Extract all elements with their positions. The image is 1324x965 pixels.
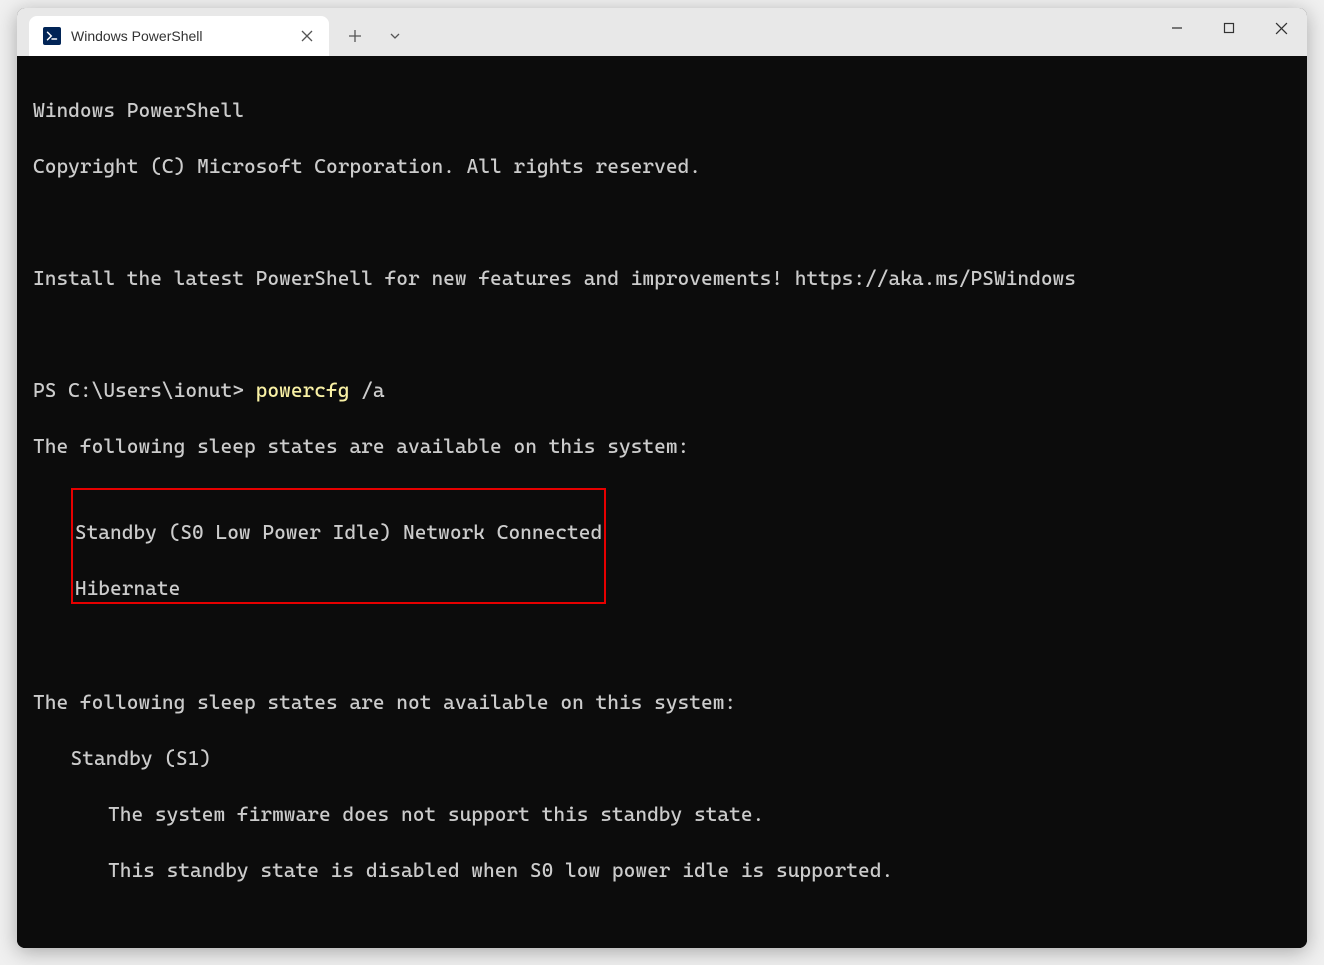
powershell-icon <box>43 27 61 45</box>
terminal-window: Windows PowerShell Windows Pow <box>17 8 1307 948</box>
blank-line <box>33 208 1291 236</box>
tab-powershell[interactable]: Windows PowerShell <box>29 16 329 56</box>
blank-line <box>33 632 1291 660</box>
new-tab-button[interactable] <box>337 18 373 54</box>
install-msg: Install the latest PowerShell for new fe… <box>33 264 1291 292</box>
maximize-button[interactable] <box>1203 8 1255 48</box>
tab-dropdown-button[interactable] <box>377 18 413 54</box>
window-controls <box>1151 8 1307 48</box>
terminal-output[interactable]: Windows PowerShell Copyright (C) Microso… <box>17 56 1307 948</box>
available-header: The following sleep states are available… <box>33 432 1291 460</box>
s1-reason: The system firmware does not support thi… <box>108 800 1291 828</box>
close-window-button[interactable] <box>1255 8 1307 48</box>
command-line: PS C:\Users\ionut> powercfg /a <box>33 376 1291 404</box>
s1-reason: This standby state is disabled when S0 l… <box>108 856 1291 884</box>
prompt: PS C:\Users\ionut> <box>33 378 256 402</box>
blank-line <box>33 320 1291 348</box>
command-arg: /a <box>349 378 384 402</box>
available-hibernate: Hibernate <box>75 574 602 602</box>
blank-line <box>33 912 1291 940</box>
not-available-header: The following sleep states are not avail… <box>33 688 1291 716</box>
copyright-line: Copyright (C) Microsoft Corporation. All… <box>33 152 1291 180</box>
tab-close-button[interactable] <box>297 26 317 46</box>
highlight-annotation: Standby (S0 Low Power Idle) Network Conn… <box>33 488 1291 604</box>
titlebar: Windows PowerShell <box>17 8 1307 56</box>
command: powercfg <box>256 378 350 402</box>
tab-title: Windows PowerShell <box>71 28 287 44</box>
header-line: Windows PowerShell <box>33 96 1291 124</box>
s1-title: Standby (S1) <box>71 744 1292 772</box>
minimize-button[interactable] <box>1151 8 1203 48</box>
available-s0: Standby (S0 Low Power Idle) Network Conn… <box>75 518 602 546</box>
tab-actions <box>337 16 413 56</box>
